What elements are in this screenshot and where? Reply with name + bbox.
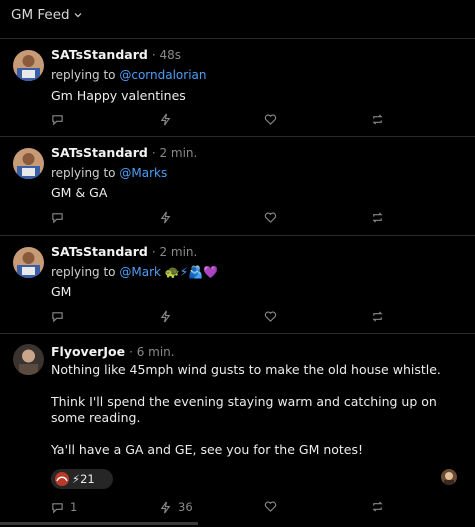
feed-header: GM Feed xyxy=(0,0,475,39)
reply-count: 1 xyxy=(70,500,78,514)
note-text: GM & GA xyxy=(51,185,108,200)
zapper-avatar xyxy=(55,472,69,486)
zap-icon xyxy=(160,310,171,323)
note-text: Gm Happy valentines xyxy=(51,88,186,103)
heart-icon xyxy=(264,114,277,125)
note[interactable]: SATsStandard · 2 min. replying to @Marks… xyxy=(0,137,475,236)
mention-link[interactable]: @Mark 🐢⚡🫂💜 xyxy=(119,265,218,279)
mention-link[interactable]: @corndalorian xyxy=(119,68,206,82)
note-text: Nothing like 45mph wind gusts to make th… xyxy=(51,362,441,377)
zap-icon xyxy=(160,211,171,224)
repost-icon xyxy=(372,114,383,125)
repost-icon xyxy=(372,212,383,223)
like-button[interactable] xyxy=(264,310,277,323)
zap-count: 36 xyxy=(178,500,193,514)
repost-button[interactable] xyxy=(371,113,384,126)
like-button[interactable] xyxy=(264,500,277,513)
note[interactable]: FlyoverJoe · 6 min. Nothing like 45mph w… xyxy=(0,334,475,527)
feed-title: GM Feed xyxy=(11,7,70,23)
mention-link[interactable]: @Marks xyxy=(119,166,167,180)
like-button[interactable] xyxy=(264,211,277,224)
heart-icon xyxy=(264,212,277,223)
note-content: GM & GA xyxy=(51,185,446,202)
zap-button[interactable] xyxy=(159,211,172,224)
reply-button[interactable] xyxy=(51,211,64,224)
reply-button[interactable] xyxy=(51,310,64,323)
note-actions xyxy=(51,310,391,326)
author-name[interactable]: SATsStandard xyxy=(51,145,148,160)
timestamp: · 2 min. xyxy=(151,146,198,160)
reply-icon xyxy=(52,312,63,323)
feed-selector[interactable]: GM Feed xyxy=(11,7,83,23)
zap-icon xyxy=(160,501,171,513)
reply-icon xyxy=(52,502,63,513)
author-name[interactable]: SATsStandard xyxy=(51,47,148,62)
repost-button[interactable] xyxy=(371,500,384,513)
replying-to-label: replying to xyxy=(51,265,116,279)
heart-icon xyxy=(264,501,277,512)
chevron-down-icon xyxy=(74,13,82,18)
timestamp: · 6 min. xyxy=(129,345,175,359)
zap-icon xyxy=(160,113,171,126)
replying-to-label: replying to xyxy=(51,166,116,180)
repost-icon xyxy=(372,311,383,322)
reply-icon xyxy=(52,115,63,126)
note-actions: 1 36 xyxy=(51,500,391,516)
zap-total-pill[interactable]: ⚡21 xyxy=(51,469,113,489)
zap-total: ⚡21 xyxy=(72,472,95,486)
like-button[interactable] xyxy=(264,113,277,126)
zap-button[interactable] xyxy=(159,113,172,126)
avatar[interactable] xyxy=(13,247,44,278)
replying-to-label: replying to xyxy=(51,68,116,82)
timestamp: · 48s xyxy=(151,48,181,62)
note-actions xyxy=(51,113,391,129)
note-text: Ya'll have a GA and GE, see you for the … xyxy=(51,441,364,457)
avatar[interactable] xyxy=(13,148,44,179)
repost-button[interactable] xyxy=(371,211,384,224)
note-text: Think I'll spend the evening staying war… xyxy=(51,393,437,426)
avatar[interactable] xyxy=(13,344,44,375)
reply-button[interactable]: 1 xyxy=(51,500,77,514)
repost-button[interactable] xyxy=(371,310,384,323)
zap-button[interactable] xyxy=(159,310,172,323)
note-text: GM xyxy=(51,284,72,299)
heart-icon xyxy=(264,311,277,322)
note[interactable]: SATsStandard · 2 min. replying to @Mark … xyxy=(0,236,475,334)
scroll-indicator xyxy=(0,522,198,525)
note-content: GM xyxy=(51,284,446,301)
timestamp: · 2 min. xyxy=(151,245,198,259)
author-name[interactable]: SATsStandard xyxy=(51,244,148,259)
reply-button[interactable] xyxy=(51,113,64,126)
repost-icon xyxy=(372,501,383,512)
zap-button[interactable]: 36 xyxy=(159,500,193,514)
note-content: Gm Happy valentines xyxy=(51,88,446,105)
note-actions xyxy=(51,211,391,227)
note[interactable]: SATsStandard · 48s replying to @corndalo… xyxy=(0,39,475,137)
reply-icon xyxy=(52,213,63,224)
reaction-avatar[interactable] xyxy=(441,469,457,485)
author-name[interactable]: FlyoverJoe xyxy=(51,344,125,359)
avatar[interactable] xyxy=(13,50,44,81)
note-content: Nothing like 45mph wind gusts to make th… xyxy=(51,362,446,458)
